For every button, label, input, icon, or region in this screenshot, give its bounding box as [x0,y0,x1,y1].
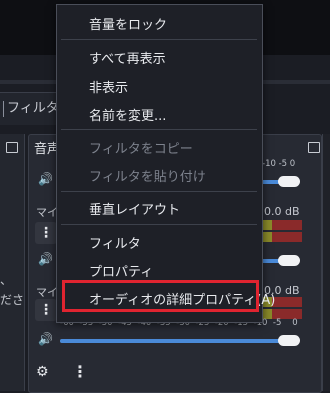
db-scale-tick: 0 [292,318,298,328]
menu-separator [61,39,257,40]
volume-slider-fill [60,339,284,343]
undock-icon[interactable] [6,142,18,153]
volume-icon[interactable]: 🔊 [38,252,54,266]
menu-item-paste-filters: フィルタを貼り付け [89,170,206,185]
audio-meter [262,232,302,242]
menu-item-vertical-layout[interactable]: 垂直レイアウト [89,199,180,218]
advanced-audio-gear-icon[interactable]: ⚙ [36,364,49,380]
left-panel-text: 、 ださ [0,270,24,310]
highlight-box [62,280,259,312]
volume-slider-handle[interactable] [278,255,300,266]
menu-separator [61,191,257,192]
audio-meter [262,220,302,230]
channel-menu-button[interactable]: ⋮ [35,299,57,321]
volume-icon[interactable]: 🔊 [38,172,54,186]
tab-separator [3,101,4,117]
volume-slider-handle[interactable] [278,335,300,346]
menu-item-properties[interactable]: プロパティ [89,261,153,280]
channel-menu-button[interactable]: ⋮ [35,222,57,244]
menu-item-unhide-all[interactable]: すべて再表示 [89,48,166,67]
left-text-line: 、 [0,273,13,287]
menu-separator [61,224,257,225]
channel-db: 0.0 dB [264,205,300,218]
menu-item-rename[interactable]: 名前を変更... [89,105,166,124]
left-panel [0,134,25,391]
menu-item-filters[interactable]: フィルタ [89,233,141,252]
menu-item-lock-volume[interactable]: 音量をロック [89,14,167,33]
menu-item-copy-filters: フィルタをコピー [89,142,193,157]
context-menu: 音量をロック すべて再表示 非表示 名前を変更... フィルタをコピー フィルタ… [56,4,275,323]
menu-separator [61,129,257,130]
mixer-menu-icon[interactable]: ⋮ [72,362,88,381]
volume-icon[interactable]: 🔊 [38,332,54,346]
db-scale-fragment: -10 -5 0 [262,159,296,169]
db-scale-tick: -5 [272,318,282,328]
volume-slider-handle[interactable] [278,176,300,187]
filter-tab[interactable]: フィルタ [0,92,62,125]
filter-tab-label: フィルタ [7,101,59,116]
undock-icon[interactable] [308,142,320,153]
right-panel [322,134,330,391]
menu-item-hide[interactable]: 非表示 [89,77,128,96]
left-text-line: ださ [0,293,25,307]
